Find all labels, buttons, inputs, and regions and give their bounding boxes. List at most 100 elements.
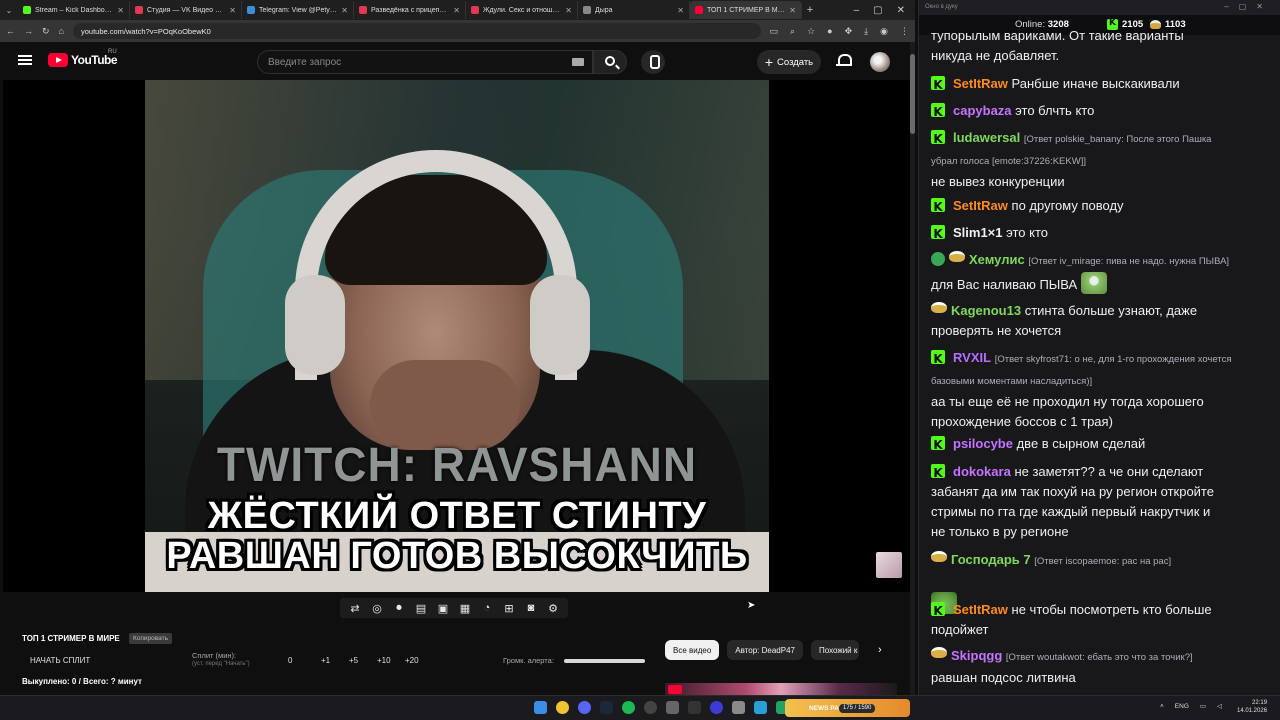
search-button[interactable] [593, 50, 627, 74]
chip-similar[interactable]: Похожий к [810, 640, 859, 660]
back-icon[interactable]: ← [6, 26, 15, 36]
minimize-button[interactable]: – [854, 5, 860, 16]
reload-icon[interactable]: ↻ [42, 26, 50, 37]
search-input[interactable]: Введите запрос [257, 50, 593, 74]
copy-button[interactable]: Копировать [129, 633, 172, 644]
menu-icon[interactable] [18, 55, 32, 65]
close-tab-icon[interactable]: ✕ [453, 6, 460, 15]
split-plus-10-button[interactable]: +10 [377, 656, 405, 665]
chat-username[interactable]: SetItRaw [953, 76, 1008, 91]
chat-username[interactable]: Господарь 7 [951, 552, 1031, 567]
split-plus-20-button[interactable]: +20 [405, 656, 433, 665]
player-icon[interactable] [710, 701, 723, 714]
add-clip-icon[interactable]: ⊞ [500, 600, 518, 616]
browser-tab[interactable]: Telegram: View @Petya_per...✕ [242, 1, 354, 19]
browser-tab[interactable]: Разведёнка с прицепом (Р... ✕ [354, 1, 466, 19]
start-split-button[interactable]: НАЧАТЬ СПЛИТ [30, 656, 90, 665]
avatar[interactable] [870, 52, 890, 72]
keyboard-icon[interactable] [572, 58, 584, 66]
chat-username[interactable]: SetItRaw [953, 602, 1008, 617]
split-plus-5-button[interactable]: +5 [349, 656, 377, 665]
screenshot-icon[interactable]: ◙ [522, 600, 540, 616]
spotify-icon[interactable] [622, 701, 635, 714]
app-icon[interactable] [688, 701, 701, 714]
close-tab-icon[interactable]: ✕ [341, 6, 348, 15]
app-icon[interactable] [666, 701, 679, 714]
chat-username[interactable]: Хемулис [969, 252, 1025, 267]
broadcast-icon[interactable]: ◎ [368, 600, 386, 616]
page-scrollbar[interactable] [910, 42, 915, 695]
screen-icon[interactable]: ▣ [434, 600, 452, 616]
chat-username[interactable]: Slim1×1 [953, 225, 1003, 240]
split-plus-1-button[interactable]: +1 [321, 656, 349, 665]
forward-icon[interactable]: → [24, 26, 33, 36]
chat-message: никуда не добавляет. [931, 46, 1271, 66]
telegram-icon[interactable] [754, 701, 767, 714]
settings-gear-icon[interactable]: ⚙ [544, 600, 562, 616]
chat-username[interactable]: ludawersal [953, 130, 1020, 145]
browser-tab[interactable]: Stream – Kick Dashboard ✕ [18, 1, 130, 19]
close-tab-icon[interactable]: ✕ [789, 6, 796, 15]
download-icon[interactable]: ⤓ [864, 26, 868, 37]
youtube-logo[interactable]: YouTube RU [48, 49, 118, 67]
chip-author[interactable]: Автор: DeadP47 [727, 640, 803, 660]
obs-icon[interactable] [644, 701, 657, 714]
browser-tab[interactable]: ТОП 1 СТРИМЕР В МИРЕ ✕ [690, 1, 802, 19]
browser-tab[interactable]: Студия — VK Видео Live ✕ [130, 1, 242, 19]
chat-username[interactable]: capybaza [953, 103, 1012, 118]
subtitles-icon[interactable]: ▦ [456, 600, 474, 616]
new-tab-button[interactable]: + [802, 4, 818, 16]
notifications-icon[interactable] [836, 53, 852, 68]
close-tab-icon[interactable]: ✕ [565, 6, 572, 15]
volume-icon[interactable]: ◁ [1217, 702, 1222, 710]
alert-volume-slider[interactable] [564, 659, 645, 663]
chevron-right-icon[interactable]: › [878, 644, 882, 656]
discord-icon[interactable] [578, 701, 591, 714]
chat-username[interactable]: Skipqgg [951, 648, 1002, 663]
loop-icon[interactable]: ⇄ [346, 600, 364, 616]
maximize-button[interactable]: ▢ [873, 5, 882, 16]
clock[interactable]: 22:19 14.01.2026 [1237, 699, 1267, 715]
cast-icon[interactable]: ▭ [770, 26, 779, 37]
create-button[interactable]: + Создать [757, 50, 821, 74]
chat-window-controls[interactable]: –▢✕ [1224, 2, 1273, 11]
extensions-puzzle-icon[interactable]: ✥ [845, 26, 853, 37]
tab-search-button[interactable]: ⌄ [0, 6, 18, 15]
browser-tab[interactable]: Дыра ✕ [578, 1, 690, 19]
chat-messages[interactable]: тупорылым вариками. От такие варианты ни… [919, 26, 1280, 695]
voice-search-button[interactable] [641, 50, 665, 74]
windows-start-icon[interactable] [534, 701, 547, 714]
clapper-icon[interactable]: ▤ [412, 600, 430, 616]
chrome-icon[interactable] [556, 701, 569, 714]
chat-username[interactable]: SetItRaw [953, 198, 1008, 213]
browser-tab[interactable]: Ждули. Секс и отношение ... ✕ [466, 1, 578, 19]
chat-username[interactable]: RVXIL [953, 350, 991, 365]
chat-username[interactable]: Kagenou13 [951, 303, 1021, 318]
zoom-icon[interactable]: ⌕ [790, 26, 795, 37]
page-scrollbar-thumb[interactable] [910, 54, 915, 134]
speed-icon[interactable]: ◔ [478, 600, 496, 616]
chip-all-videos[interactable]: Все видео [665, 640, 720, 660]
close-window-button[interactable]: ✕ [897, 5, 905, 16]
profile-icon[interactable]: ◉ [880, 26, 888, 37]
close-tab-icon[interactable]: ✕ [677, 6, 684, 15]
address-bar[interactable]: youtube.com/watch?v=POqKoObewK0 [72, 23, 761, 39]
browser-menu-icon[interactable]: ⋮ [900, 26, 909, 37]
recommended-video-thumbnail[interactable] [665, 683, 897, 695]
chat-username[interactable]: dokokara [953, 464, 1011, 479]
home-icon[interactable]: ⌂ [59, 26, 64, 36]
bookmark-star-icon[interactable]: ☆ [807, 26, 815, 37]
news-party-widget[interactable]: NEWS PARTY 175 / 1590 [785, 699, 910, 717]
video-player[interactable]: TWITCH: RAVSHANN ЖЁСТКИЙ ОТВЕТ СТИНТУ РА… [3, 80, 910, 592]
record-icon[interactable]: ⏺ [390, 600, 408, 616]
channel-watermark-icon[interactable] [876, 552, 902, 578]
tray-chevron-icon[interactable]: ˄ [1160, 703, 1164, 710]
extension-icon[interactable]: ● [827, 26, 832, 37]
network-icon[interactable]: ▭ [1200, 702, 1206, 710]
close-tab-icon[interactable]: ✕ [117, 6, 124, 15]
chat-username[interactable]: psilocybe [953, 436, 1013, 451]
steam-icon[interactable] [600, 701, 613, 714]
language-indicator[interactable]: ENG [1175, 703, 1189, 710]
app-icon[interactable] [732, 701, 745, 714]
close-tab-icon[interactable]: ✕ [229, 6, 236, 15]
